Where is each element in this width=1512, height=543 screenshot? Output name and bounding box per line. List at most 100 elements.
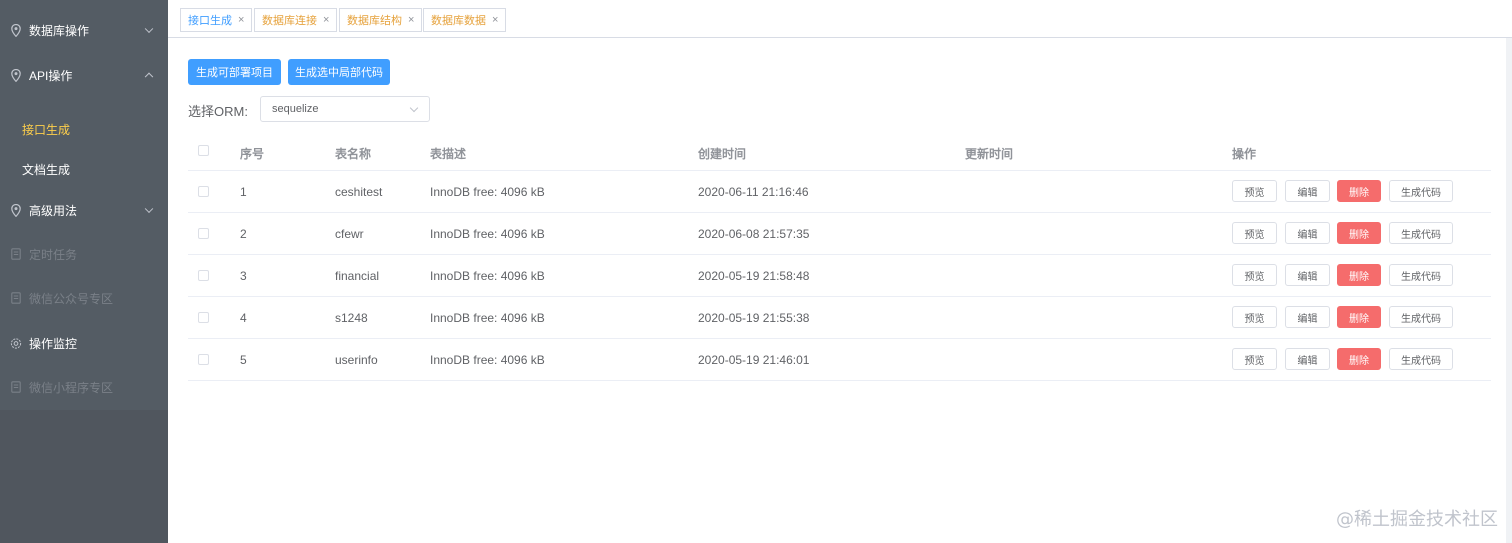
preview-button[interactable]: 预览	[1232, 264, 1277, 286]
column-header-index: 序号	[240, 147, 265, 161]
cell-desc: InnoDB free: 4096 kB	[430, 311, 545, 325]
edit-button[interactable]: 编辑	[1285, 264, 1330, 286]
sidebar-item-api-ops[interactable]: API操作	[0, 53, 168, 97]
cell-created: 2020-06-08 21:57:35	[698, 227, 810, 241]
sidebar-item-label: 微信公众号专区	[29, 291, 114, 306]
tab-db-structure[interactable]: 数据库结构 ×	[339, 8, 423, 32]
location-icon	[10, 203, 22, 217]
close-icon[interactable]: ×	[323, 14, 329, 26]
cell-name: ceshitest	[335, 185, 383, 199]
preview-button[interactable]: 预览	[1232, 222, 1277, 244]
row-checkbox[interactable]	[198, 270, 209, 281]
delete-button[interactable]: 删除	[1337, 222, 1381, 244]
sidebar-item-label: 微信小程序专区	[29, 380, 114, 395]
generate-code-button[interactable]: 生成代码	[1389, 264, 1453, 286]
column-header-created: 创建时间	[698, 147, 747, 161]
generate-code-button[interactable]: 生成代码	[1389, 222, 1453, 244]
edit-button[interactable]: 编辑	[1285, 348, 1330, 370]
tab-db-data[interactable]: 数据库数据 ×	[423, 8, 507, 32]
sidebar-item-label: 定时任务	[29, 247, 78, 262]
chevron-down-icon	[409, 103, 419, 113]
tab-label: 数据库数据	[431, 15, 486, 27]
sidebar-item-label: 高级用法	[29, 203, 78, 218]
preview-button[interactable]: 预览	[1232, 180, 1277, 202]
sidebar-item-label: 操作监控	[29, 336, 78, 351]
location-icon	[10, 23, 22, 37]
cell-desc: InnoDB free: 4096 kB	[430, 269, 545, 283]
cell-created: 2020-05-19 21:46:01	[698, 353, 810, 367]
generate-code-button[interactable]: 生成代码	[1389, 306, 1453, 328]
tab-api-generate[interactable]: 接口生成 ×	[180, 8, 253, 32]
column-header-desc: 表描述	[430, 147, 467, 161]
document-icon	[10, 380, 22, 394]
scroll-gutter	[1506, 38, 1512, 543]
cell-created: 2020-05-19 21:58:48	[698, 269, 810, 283]
watermark: @稀土掘金技术社区	[1336, 509, 1498, 530]
cell-index: 1	[240, 185, 247, 199]
document-icon	[10, 291, 22, 305]
delete-button[interactable]: 删除	[1337, 306, 1381, 328]
cell-name: userinfo	[335, 353, 378, 367]
cell-created: 2020-05-19 21:55:38	[698, 311, 810, 325]
row-checkbox[interactable]	[198, 186, 209, 197]
tab-label: 数据库连接	[262, 15, 317, 27]
sidebar-lower-panel	[0, 410, 168, 543]
chevron-up-icon	[144, 72, 154, 82]
tab-label: 接口生成	[188, 15, 232, 27]
row-checkbox[interactable]	[198, 354, 209, 365]
cell-name: financial	[335, 269, 380, 283]
sidebar-item-database-ops[interactable]: 数据库操作	[0, 8, 168, 52]
cell-index: 5	[240, 353, 247, 367]
table-row: 2 cfewr InnoDB free: 4096 kB 2020-06-08 …	[188, 213, 1491, 255]
column-header-updated: 更新时间	[965, 147, 1014, 161]
table-row: 1 ceshitest InnoDB free: 4096 kB 2020-06…	[188, 171, 1491, 213]
delete-button[interactable]: 删除	[1337, 264, 1381, 286]
orm-label: 选择ORM:	[188, 104, 248, 119]
edit-button[interactable]: 编辑	[1285, 306, 1330, 328]
table-row: 3 financial InnoDB free: 4096 kB 2020-05…	[188, 255, 1491, 297]
close-icon[interactable]: ×	[408, 14, 414, 26]
tabs-bar: 接口生成 × 数据库连接 × 数据库结构 × 数据库数据 ×	[168, 0, 1512, 38]
cell-name: cfewr	[335, 227, 364, 241]
cell-index: 2	[240, 227, 247, 241]
orm-select[interactable]: sequelize	[260, 96, 430, 122]
preview-button[interactable]: 预览	[1232, 348, 1277, 370]
sidebar-item-advanced[interactable]: 高级用法	[0, 188, 168, 232]
row-checkbox[interactable]	[198, 312, 209, 323]
delete-button[interactable]: 删除	[1337, 348, 1381, 370]
cell-index: 4	[240, 311, 247, 325]
location-icon	[10, 68, 22, 82]
table-row: 4 s1248 InnoDB free: 4096 kB 2020-05-19 …	[188, 297, 1491, 339]
cell-desc: InnoDB free: 4096 kB	[430, 353, 545, 367]
sidebar-item-scheduled-tasks: 定时任务	[0, 232, 168, 276]
edit-button[interactable]: 编辑	[1285, 180, 1330, 202]
chevron-down-icon	[144, 24, 154, 34]
chevron-down-icon	[144, 204, 154, 214]
select-all-checkbox[interactable]	[198, 145, 209, 156]
generate-project-button[interactable]: 生成可部署项目	[188, 59, 281, 85]
tab-db-connection[interactable]: 数据库连接 ×	[254, 8, 338, 32]
close-icon[interactable]: ×	[238, 14, 244, 26]
sidebar-item-monitor[interactable]: 操作监控	[0, 321, 168, 365]
cell-desc: InnoDB free: 4096 kB	[430, 185, 545, 199]
sidebar-subitem-doc-generate[interactable]: 文档生成	[22, 161, 70, 178]
cell-name: s1248	[335, 311, 368, 325]
cell-created: 2020-06-11 21:16:46	[698, 185, 809, 199]
generate-code-button[interactable]: 生成代码	[1389, 180, 1453, 202]
cell-desc: InnoDB free: 4096 kB	[430, 227, 545, 241]
generate-code-button[interactable]: 生成代码	[1389, 348, 1453, 370]
sidebar-subitem-api-generate[interactable]: 接口生成	[22, 121, 70, 138]
table-row: 5 userinfo InnoDB free: 4096 kB 2020-05-…	[188, 339, 1491, 381]
column-header-ops: 操作	[1232, 147, 1257, 161]
generate-selected-button[interactable]: 生成选中局部代码	[288, 59, 390, 85]
row-checkbox[interactable]	[198, 228, 209, 239]
sidebar-item-label: 数据库操作	[29, 23, 90, 38]
close-icon[interactable]: ×	[492, 14, 498, 26]
document-icon	[10, 247, 22, 261]
preview-button[interactable]: 预览	[1232, 306, 1277, 328]
delete-button[interactable]: 删除	[1337, 180, 1381, 202]
sidebar-item-label: API操作	[29, 68, 73, 83]
orm-select-value: sequelize	[272, 103, 319, 115]
sidebar-item-wechat-official: 微信公众号专区	[0, 276, 168, 320]
edit-button[interactable]: 编辑	[1285, 222, 1330, 244]
